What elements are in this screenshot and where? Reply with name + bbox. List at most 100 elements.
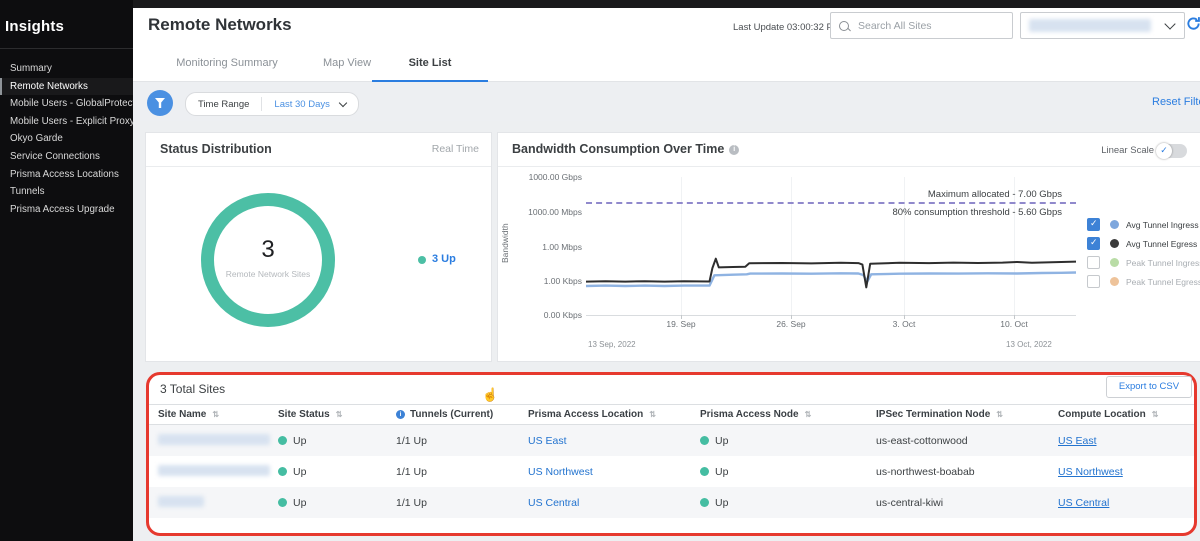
tenant-value-redacted <box>1029 19 1151 32</box>
compute-location-link[interactable]: US Northwest <box>1058 466 1123 478</box>
site-name-cell <box>158 496 278 510</box>
funnel-icon <box>155 98 165 108</box>
x-tick: 26. Sep <box>776 319 805 329</box>
pa-node-cell: Up <box>700 466 876 478</box>
x-tick: 3. Oct <box>893 319 916 329</box>
series-color-dot <box>1110 220 1119 229</box>
sidebar-menu: Summary Remote Networks Mobile Users - G… <box>0 60 133 218</box>
sort-icon[interactable]: ⇅ <box>649 410 656 419</box>
checkbox[interactable] <box>1087 218 1100 231</box>
realtime-label: Real Time <box>432 143 479 155</box>
site-search[interactable] <box>830 12 1013 39</box>
ipsec-node-cell: us-northwest-boabab <box>876 466 1058 478</box>
tenant-dropdown[interactable] <box>1020 12 1185 39</box>
site-name-cell <box>158 465 278 479</box>
bandwidth-card: Bandwidth Consumption Over Timei Linear … <box>497 132 1200 362</box>
info-icon[interactable]: i <box>729 145 739 155</box>
search-icon <box>839 21 849 31</box>
ipsec-node-cell: us-east-cottonwood <box>876 435 1058 447</box>
legend-label: Peak Tunnel Egress <box>1126 277 1200 287</box>
column-site-status[interactable]: Site Status⇅ <box>278 409 396 420</box>
sidebar-item-service-connections[interactable]: Service Connections <box>0 148 133 166</box>
status-legend-label: 3 Up <box>432 253 456 265</box>
top-strip <box>0 0 1200 8</box>
table-title: 3 Total Sites <box>160 382 225 396</box>
compute-location-cell: US Northwest <box>1058 466 1178 478</box>
sidebar-item-prisma-access-locations[interactable]: Prisma Access Locations <box>0 166 133 184</box>
pa-location-link[interactable]: US Central <box>528 497 579 509</box>
reset-filters-link[interactable]: Reset Filters <box>1152 96 1200 108</box>
sidebar-item-summary[interactable]: Summary <box>0 60 133 78</box>
series-color-dot <box>1110 239 1119 248</box>
annotation-highlight-site-table: 3 Total Sites ☝ Export to CSV Site Name⇅… <box>146 372 1197 536</box>
refresh-icon[interactable] <box>1186 16 1200 36</box>
toggle-knob-check-icon: ✓ <box>1156 143 1172 159</box>
range-end-label: 13 Oct, 2022 <box>1006 340 1052 349</box>
site-name-redacted <box>158 465 270 476</box>
site-name-cell <box>158 434 278 448</box>
pa-node-cell: Up <box>700 435 876 447</box>
chevron-down-icon <box>1164 18 1175 29</box>
sidebar-item-tunnels[interactable]: Tunnels <box>0 183 133 201</box>
sort-icon[interactable]: ⇅ <box>805 410 812 419</box>
pa-location-link[interactable]: US Northwest <box>528 466 593 478</box>
series-color-dot <box>1110 277 1119 286</box>
column-tunnels[interactable]: iTunnels (Current) <box>396 409 528 420</box>
sort-icon[interactable]: ⇅ <box>336 410 343 419</box>
site-status-cell: Up <box>278 497 396 509</box>
y-tick: 1.00 Mbps <box>506 242 582 252</box>
linear-scale-toggle[interactable]: ✓ <box>1157 144 1187 158</box>
time-range-picker[interactable]: Time Range Last 30 Days <box>185 92 359 116</box>
pa-location-link[interactable]: US East <box>528 435 567 447</box>
sidebar-item-mobile-users-explicit-proxy[interactable]: Mobile Users - Explicit Proxy <box>0 113 133 131</box>
y-tick: 1.00 Kbps <box>506 276 582 286</box>
column-compute-location[interactable]: Compute Location⇅ <box>1058 409 1178 420</box>
checkbox[interactable] <box>1087 275 1100 288</box>
bandwidth-plot: Maximum allocated - 7.00 Gbps 80% consum… <box>586 177 1076 315</box>
status-card-title: Status Distribution <box>160 142 272 156</box>
pa-location-cell: US Northwest <box>528 466 700 478</box>
up-status-dot <box>278 467 287 476</box>
bandwidth-series-svg <box>586 177 1076 315</box>
export-to-csv-button[interactable]: Export to CSV <box>1106 376 1192 398</box>
tab-bar: Monitoring Summary Map View Site List <box>133 46 1200 82</box>
filter-button[interactable] <box>147 90 173 116</box>
legend-label: Avg Tunnel Egress <box>1126 239 1197 249</box>
pa-location-cell: US East <box>528 435 700 447</box>
sidebar-item-okyo-garde[interactable]: Okyo Garde <box>0 130 133 148</box>
column-prisma-access-node[interactable]: Prisma Access Node⇅ <box>700 409 876 420</box>
pa-location-cell: US Central <box>528 497 700 509</box>
column-ipsec-termination-node[interactable]: IPSec Termination Node⇅ <box>876 409 1058 420</box>
search-input[interactable] <box>856 19 990 33</box>
legend-label: Peak Tunnel Ingress <box>1126 258 1200 268</box>
compute-location-link[interactable]: US Central <box>1058 497 1109 509</box>
status-up-dot <box>418 256 426 264</box>
sort-icon[interactable]: ⇅ <box>996 410 1003 419</box>
x-tick: 19. Sep <box>666 319 695 329</box>
x-axis-line <box>586 315 1076 316</box>
legend-avg-tunnel-egress: Avg Tunnel Egress <box>1087 237 1197 250</box>
sort-icon[interactable]: ⇅ <box>212 410 219 419</box>
mouse-cursor: ☝ <box>482 387 498 403</box>
sidebar-item-remote-networks[interactable]: Remote Networks <box>0 78 133 96</box>
chevron-down-icon <box>339 99 347 107</box>
compute-location-link[interactable]: US East <box>1058 435 1097 447</box>
checkbox[interactable] <box>1087 237 1100 250</box>
status-distribution-card: Status Distribution Real Time 3 Remote N… <box>145 132 492 362</box>
checkbox[interactable] <box>1087 256 1100 269</box>
sort-icon[interactable]: ⇅ <box>1152 410 1159 419</box>
time-range-value[interactable]: Last 30 Days <box>262 99 337 110</box>
tab-site-list[interactable]: Site List <box>372 46 488 83</box>
sidebar-item-mobile-users-globalprotect[interactable]: Mobile Users - GlobalProtect <box>0 95 133 113</box>
ipsec-node-cell: us-central-kiwi <box>876 497 1058 509</box>
y-tick: 1000.00 Mbps <box>506 207 582 217</box>
up-status-dot <box>700 467 709 476</box>
site-name-redacted <box>158 434 270 445</box>
time-range-label: Time Range <box>186 99 261 110</box>
site-status-cell: Up <box>278 466 396 478</box>
sidebar-item-prisma-access-upgrade[interactable]: Prisma Access Upgrade <box>0 201 133 219</box>
column-prisma-access-location[interactable]: Prisma Access Location⇅ <box>528 409 700 420</box>
compute-location-cell: US East <box>1058 435 1178 447</box>
table-row: Up 1/1 Up US East Up us-east-cottonwood … <box>149 425 1194 456</box>
column-site-name[interactable]: Site Name⇅ <box>158 409 278 420</box>
